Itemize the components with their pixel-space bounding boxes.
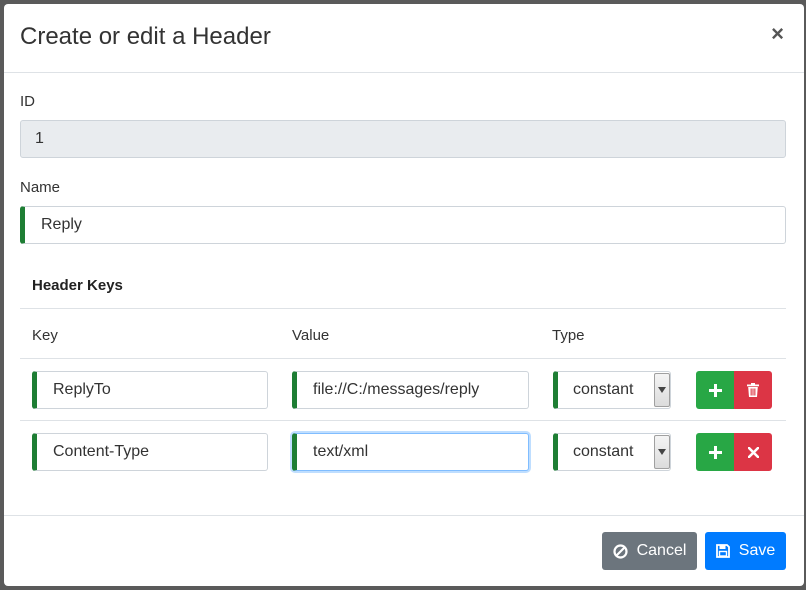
plus-icon: [708, 445, 722, 459]
row-divider: [20, 420, 786, 421]
id-value: 1: [35, 130, 44, 147]
remove-row-button[interactable]: [734, 433, 772, 471]
trash-icon: [747, 383, 759, 397]
name-field[interactable]: Reply: [20, 206, 786, 244]
column-header-value: Value: [292, 327, 330, 344]
value-value: text/xml: [313, 443, 369, 460]
key-input[interactable]: Content-Type: [32, 433, 268, 471]
floppy-disk-icon: [715, 544, 730, 558]
type-select[interactable]: constant: [553, 371, 671, 409]
dialog-title: Create or edit a Header: [20, 23, 271, 50]
table-header-divider: [20, 358, 786, 359]
id-label: ID: [20, 93, 35, 110]
header-edit-dialog: Create or edit a Header × ID 1 Name Repl…: [4, 4, 804, 586]
ban-icon: [612, 543, 628, 559]
chevron-down-icon[interactable]: [654, 435, 670, 469]
type-selected: constant: [573, 381, 634, 398]
cancel-button[interactable]: Cancel: [602, 532, 697, 570]
value-input[interactable]: text/xml: [292, 433, 529, 471]
times-icon: [747, 446, 759, 458]
value-value: file://C:/messages/reply: [313, 381, 480, 398]
value-input[interactable]: file://C:/messages/reply: [292, 371, 529, 409]
save-label: Save: [738, 542, 776, 559]
section-divider: [20, 308, 786, 309]
type-select[interactable]: constant: [553, 433, 671, 471]
dialog-header: Create or edit a Header ×: [4, 4, 804, 73]
add-row-button[interactable]: [696, 371, 734, 409]
save-button[interactable]: Save: [705, 532, 786, 570]
key-input[interactable]: ReplyTo: [32, 371, 268, 409]
delete-row-button[interactable]: [734, 371, 772, 409]
close-button[interactable]: ×: [771, 23, 784, 45]
column-header-type: Type: [552, 327, 585, 344]
footer-divider: [4, 515, 804, 516]
key-value: Content-Type: [53, 443, 150, 460]
name-value: Reply: [41, 216, 82, 233]
row-actions: [696, 371, 772, 409]
chevron-down-icon[interactable]: [654, 373, 670, 407]
header-keys-title: Header Keys: [32, 277, 123, 294]
name-label: Name: [20, 179, 61, 196]
column-header-key: Key: [32, 327, 58, 344]
row-actions: [696, 433, 772, 471]
add-row-button[interactable]: [696, 433, 734, 471]
id-field: 1: [20, 120, 786, 158]
plus-icon: [708, 383, 722, 397]
type-selected: constant: [573, 443, 634, 460]
key-value: ReplyTo: [53, 381, 111, 398]
cancel-label: Cancel: [636, 542, 687, 559]
